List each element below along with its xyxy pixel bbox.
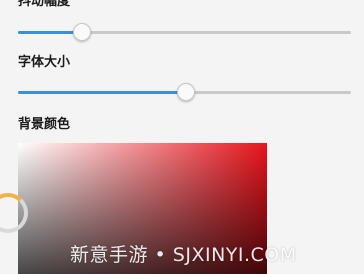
shake-amplitude-label: 抖动幅度 (18, 0, 71, 9)
background-color-label: 背景颜色 (18, 117, 71, 132)
watermark-text: 新意手游 • SJXINYI.COM (70, 244, 297, 266)
slider-fill (18, 31, 82, 34)
font-size-slider[interactable] (18, 82, 351, 102)
slider-fill (18, 91, 185, 94)
slider-thumb[interactable] (73, 23, 92, 41)
font-size-label: 字体大小 (18, 55, 71, 70)
shake-amplitude-slider[interactable] (18, 22, 351, 42)
slider-thumb[interactable] (176, 83, 195, 101)
